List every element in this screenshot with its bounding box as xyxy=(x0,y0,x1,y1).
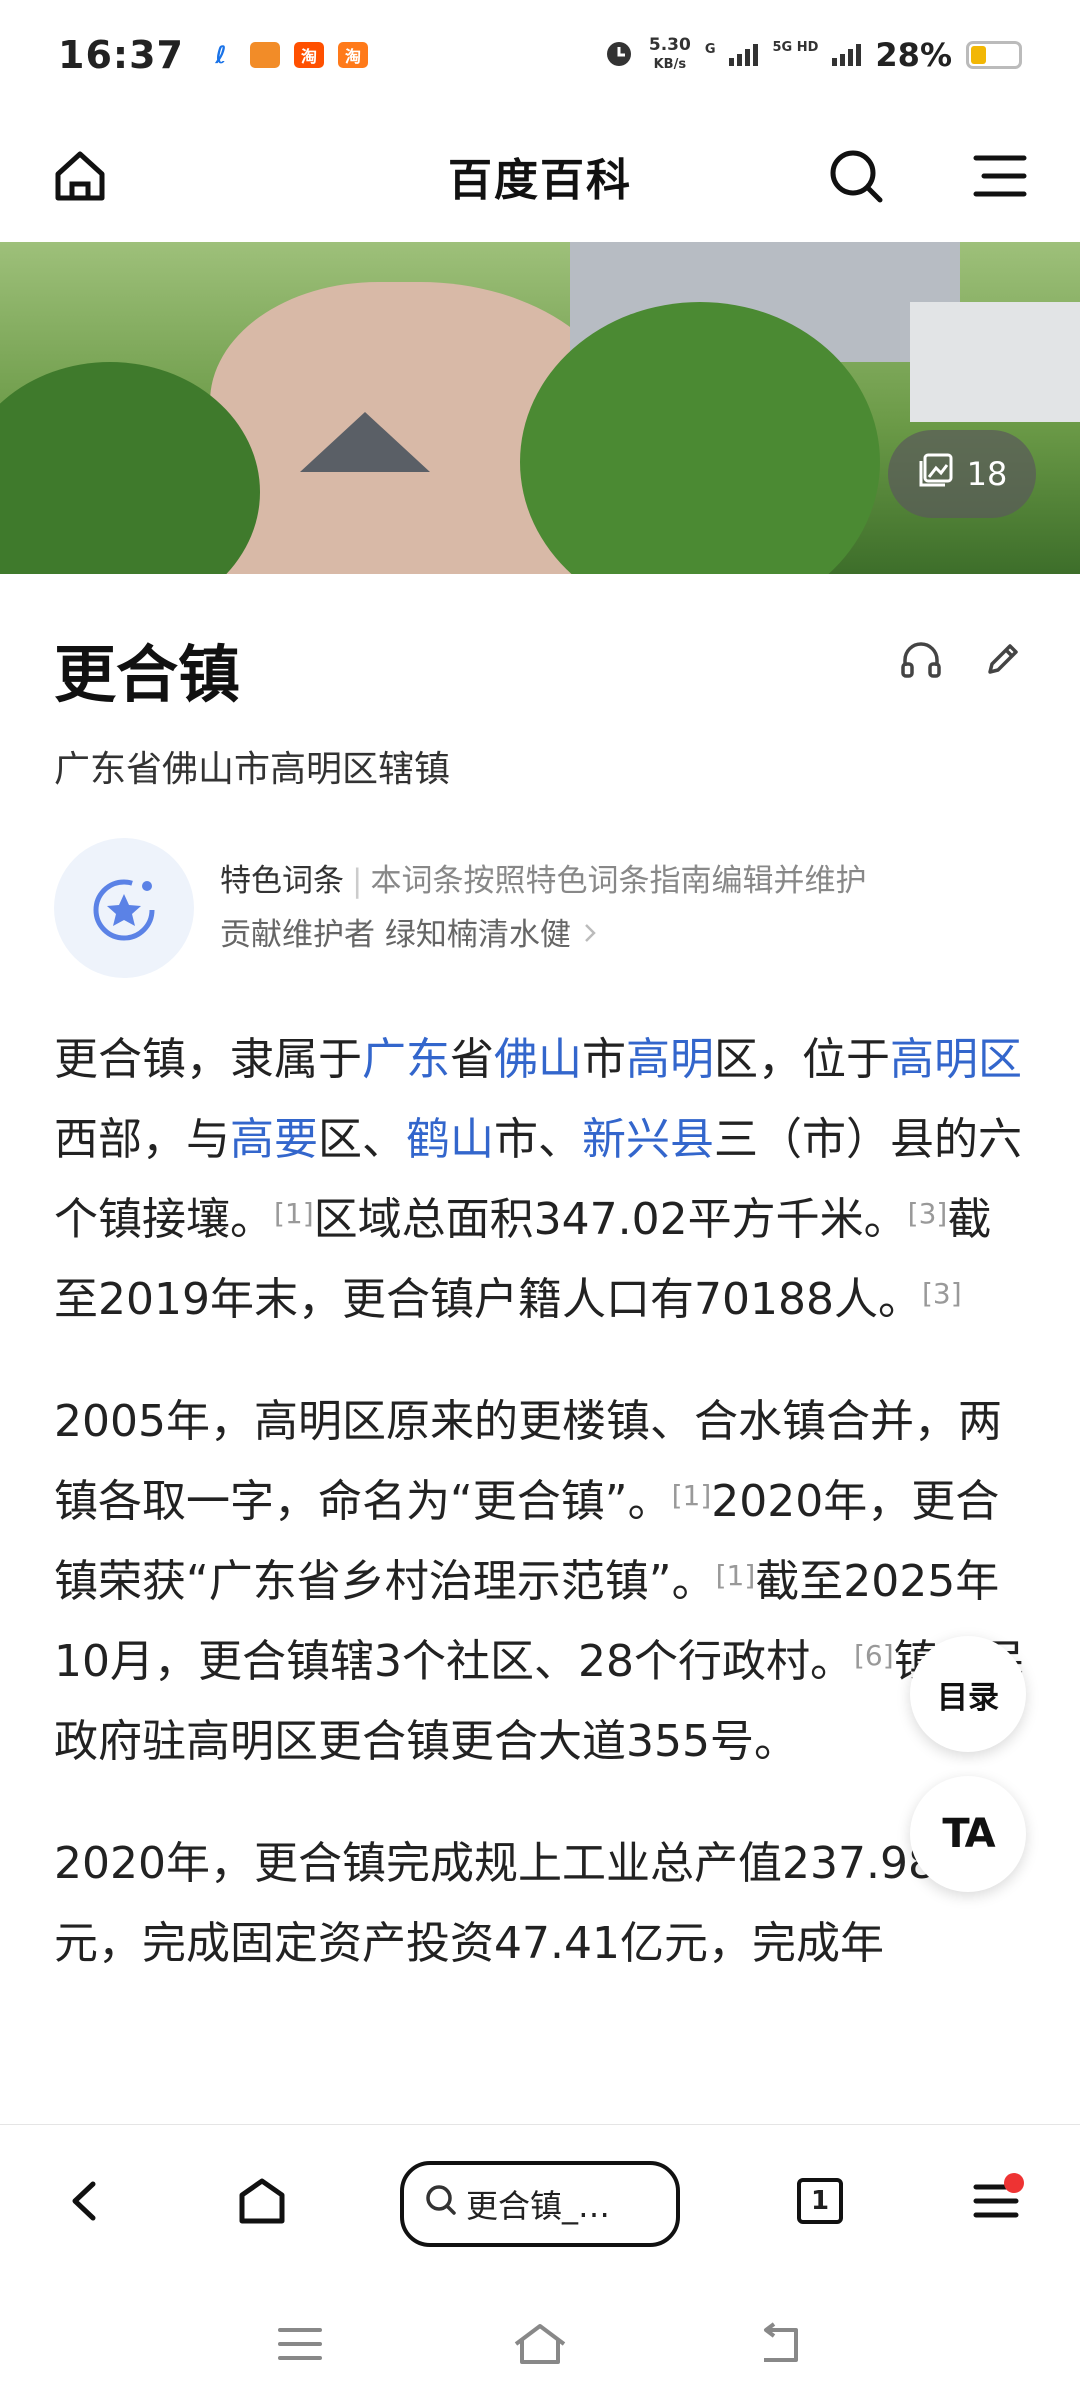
network-5g: 5G HD xyxy=(772,40,819,55)
entry-title: 更合镇 xyxy=(54,638,241,711)
toc-button[interactable]: 目录 xyxy=(910,1636,1026,1752)
signal-icon-2 xyxy=(832,44,862,66)
system-back-icon[interactable] xyxy=(740,2314,820,2374)
browser-menu-button[interactable] xyxy=(956,2161,1036,2241)
reference-link[interactable]: [3] xyxy=(922,1277,962,1310)
tabs-button[interactable]: 1 xyxy=(780,2161,860,2241)
taobao-icon: 淘 xyxy=(337,42,368,68)
link-gaoming-district[interactable]: 高明区 xyxy=(890,1034,1022,1085)
text-segment: 西部，与 xyxy=(54,1114,230,1165)
tab-count: 1 xyxy=(797,2178,843,2224)
headphones-icon[interactable] xyxy=(898,636,944,686)
search-icon xyxy=(424,2183,458,2225)
status-bar: 16:37 ℓ 淘 淘 5.30 KB/s G 5G HD 28% xyxy=(0,0,1080,110)
speed-unit: KB/s xyxy=(653,57,687,72)
link-guangdong[interactable]: 广东 xyxy=(362,1034,450,1085)
battery-percent: 28% xyxy=(875,36,952,74)
title-actions xyxy=(898,636,1026,686)
paragraph-history: 2005年，高明区原来的更楼镇、合水镇合并，两镇各取一字，命名为“更合镇”。[1… xyxy=(54,1382,1034,1782)
link-gaoming[interactable]: 高明 xyxy=(626,1034,714,1085)
paragraph-intro: 更合镇，隶属于广东省佛山市高明区，位于高明区西部，与高要区、鹤山市、新兴县三（市… xyxy=(54,1020,1034,1340)
notification-dot xyxy=(1004,2173,1024,2193)
gallery-count: 18 xyxy=(966,455,1008,493)
status-indicators: 5.30 KB/s G 5G HD 28% xyxy=(603,36,1022,74)
battery-icon xyxy=(966,41,1022,69)
text-segment: 市 xyxy=(582,1034,626,1085)
chevron-right-icon xyxy=(581,917,599,953)
featured-label: 特色词条 xyxy=(220,863,344,899)
back-icon[interactable] xyxy=(46,2161,126,2241)
signal-icon xyxy=(729,44,759,66)
font-size-button[interactable]: TA xyxy=(910,1776,1026,1892)
text-segment: 2020年，更合镇完成规上工业总产值237.98亿元，完成固定资产投资47.41… xyxy=(54,1838,980,1969)
search-icon[interactable] xyxy=(820,140,892,212)
network-speed: 5.30 KB/s xyxy=(649,36,691,74)
reference-link[interactable]: [1] xyxy=(274,1197,314,1230)
network-type: G xyxy=(704,42,716,57)
system-navigation-bar xyxy=(0,2280,1080,2400)
article-body: 更合镇，隶属于广东省佛山市高明区，位于高明区西部，与高要区、鹤山市、新兴县三（市… xyxy=(54,1020,1034,2026)
contributor-label: 贡献维护者 xyxy=(220,917,375,953)
contributor-name: 绿知楠清水健 xyxy=(384,917,571,953)
reference-link[interactable]: [1] xyxy=(672,1479,712,1512)
featured-entry-card[interactable]: 特色词条 | 本词条按照特色词条指南编辑并维护 贡献维护者 绿知楠清水健 xyxy=(54,838,1034,978)
speed-value: 5.30 xyxy=(648,35,691,55)
browser-toolbar: 更合镇_… 1 xyxy=(0,2124,1080,2280)
reference-link[interactable]: [3] xyxy=(908,1197,948,1230)
text-segment: 更合镇，隶属于 xyxy=(54,1034,362,1085)
edit-icon[interactable] xyxy=(980,636,1026,686)
text-segment: 区，位于 xyxy=(714,1034,890,1085)
link-xinxing[interactable]: 新兴县 xyxy=(582,1114,714,1165)
menu-icon[interactable] xyxy=(964,140,1036,212)
link-heshan[interactable]: 鹤山 xyxy=(406,1114,494,1165)
alarm-icon xyxy=(603,37,635,74)
text-segment: 省 xyxy=(450,1034,494,1085)
status-time: 16:37 xyxy=(58,33,184,77)
featured-description: 本词条按照特色词条指南编辑并维护 xyxy=(370,863,867,899)
text-segment: 区域总面积347.02平方千米。 xyxy=(313,1194,908,1245)
text-segment: 区、 xyxy=(318,1114,406,1165)
gallery-icon xyxy=(917,451,955,497)
notification-icons: ℓ 淘 淘 xyxy=(205,41,368,69)
address-text: 更合镇_… xyxy=(466,2187,611,2225)
page-title: 百度百科 xyxy=(448,155,632,206)
app-icon xyxy=(249,42,280,68)
featured-separator: | xyxy=(352,863,363,899)
contributor-line[interactable]: 贡献维护者 绿知楠清水健 xyxy=(220,908,866,962)
paragraph-economy: 2020年，更合镇完成规上工业总产值237.98亿元，完成固定资产投资47.41… xyxy=(54,1824,1034,1984)
recent-apps-icon[interactable] xyxy=(260,2314,340,2374)
hero-image[interactable]: 18 xyxy=(0,242,1080,574)
app-header: 百度百科 xyxy=(0,110,1080,242)
entry-subtitle: 广东省佛山市高明区辖镇 xyxy=(54,749,451,790)
system-home-icon[interactable] xyxy=(500,2314,580,2374)
address-bar[interactable]: 更合镇_… xyxy=(400,2161,680,2247)
home-icon[interactable] xyxy=(222,2161,302,2241)
link-foshan[interactable]: 佛山 xyxy=(494,1034,582,1085)
reference-link[interactable]: [6] xyxy=(854,1639,894,1672)
telecom-icon: ℓ xyxy=(205,41,236,69)
taobao-icon: 淘 xyxy=(293,42,324,68)
link-gaoyao[interactable]: 高要 xyxy=(230,1114,318,1165)
featured-badge-icon xyxy=(54,838,194,978)
reference-link[interactable]: [1] xyxy=(716,1559,756,1592)
text-segment: 市、 xyxy=(494,1114,582,1165)
gallery-button[interactable]: 18 xyxy=(888,430,1036,518)
home-icon[interactable] xyxy=(44,140,116,212)
